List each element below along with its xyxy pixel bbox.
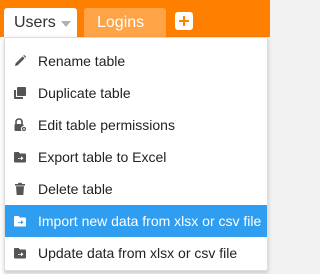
menu-item-label: Update data from xlsx or csv file bbox=[38, 245, 238, 261]
table-tab-bar: Users Logins bbox=[0, 0, 270, 37]
menu-item-label: Duplicate table bbox=[38, 85, 131, 101]
chevron-down-icon[interactable] bbox=[61, 21, 71, 27]
tab-users-label: Users bbox=[14, 14, 56, 31]
menu-item-label: Edit table permissions bbox=[38, 117, 175, 133]
menu-item-import-new-data[interactable]: Import new data from xlsx or csv file bbox=[5, 205, 267, 237]
menu-item-edit-table-permissions[interactable]: Edit table permissions bbox=[5, 109, 267, 141]
plus-icon-stroke bbox=[183, 16, 185, 26]
menu-item-label: Delete table bbox=[38, 181, 113, 197]
tab-users[interactable]: Users bbox=[4, 8, 77, 37]
menu-item-update-data[interactable]: Update data from xlsx or csv file bbox=[5, 237, 267, 269]
table-options-menu: Rename table Duplicate table Edit table … bbox=[4, 37, 268, 271]
lock-gear-icon bbox=[13, 118, 27, 132]
add-table-button[interactable] bbox=[175, 12, 193, 30]
duplicate-icon bbox=[13, 86, 27, 100]
tab-logins-label: Logins bbox=[97, 14, 145, 31]
import-folder-icon bbox=[13, 214, 27, 228]
update-folder-icon bbox=[13, 246, 27, 260]
menu-item-delete-table[interactable]: Delete table bbox=[5, 173, 267, 205]
menu-item-export-table[interactable]: Export table to Excel bbox=[5, 141, 267, 173]
menu-item-label: Import new data from xlsx or csv file bbox=[38, 213, 262, 229]
menu-item-label: Export table to Excel bbox=[38, 149, 167, 165]
menu-item-rename-table[interactable]: Rename table bbox=[5, 45, 267, 77]
trash-icon bbox=[13, 182, 27, 196]
pencil-icon bbox=[13, 54, 27, 68]
menu-item-label: Rename table bbox=[38, 53, 126, 69]
menu-item-duplicate-table[interactable]: Duplicate table bbox=[5, 77, 267, 109]
tab-logins[interactable]: Logins bbox=[84, 8, 166, 37]
export-folder-icon bbox=[13, 150, 27, 164]
